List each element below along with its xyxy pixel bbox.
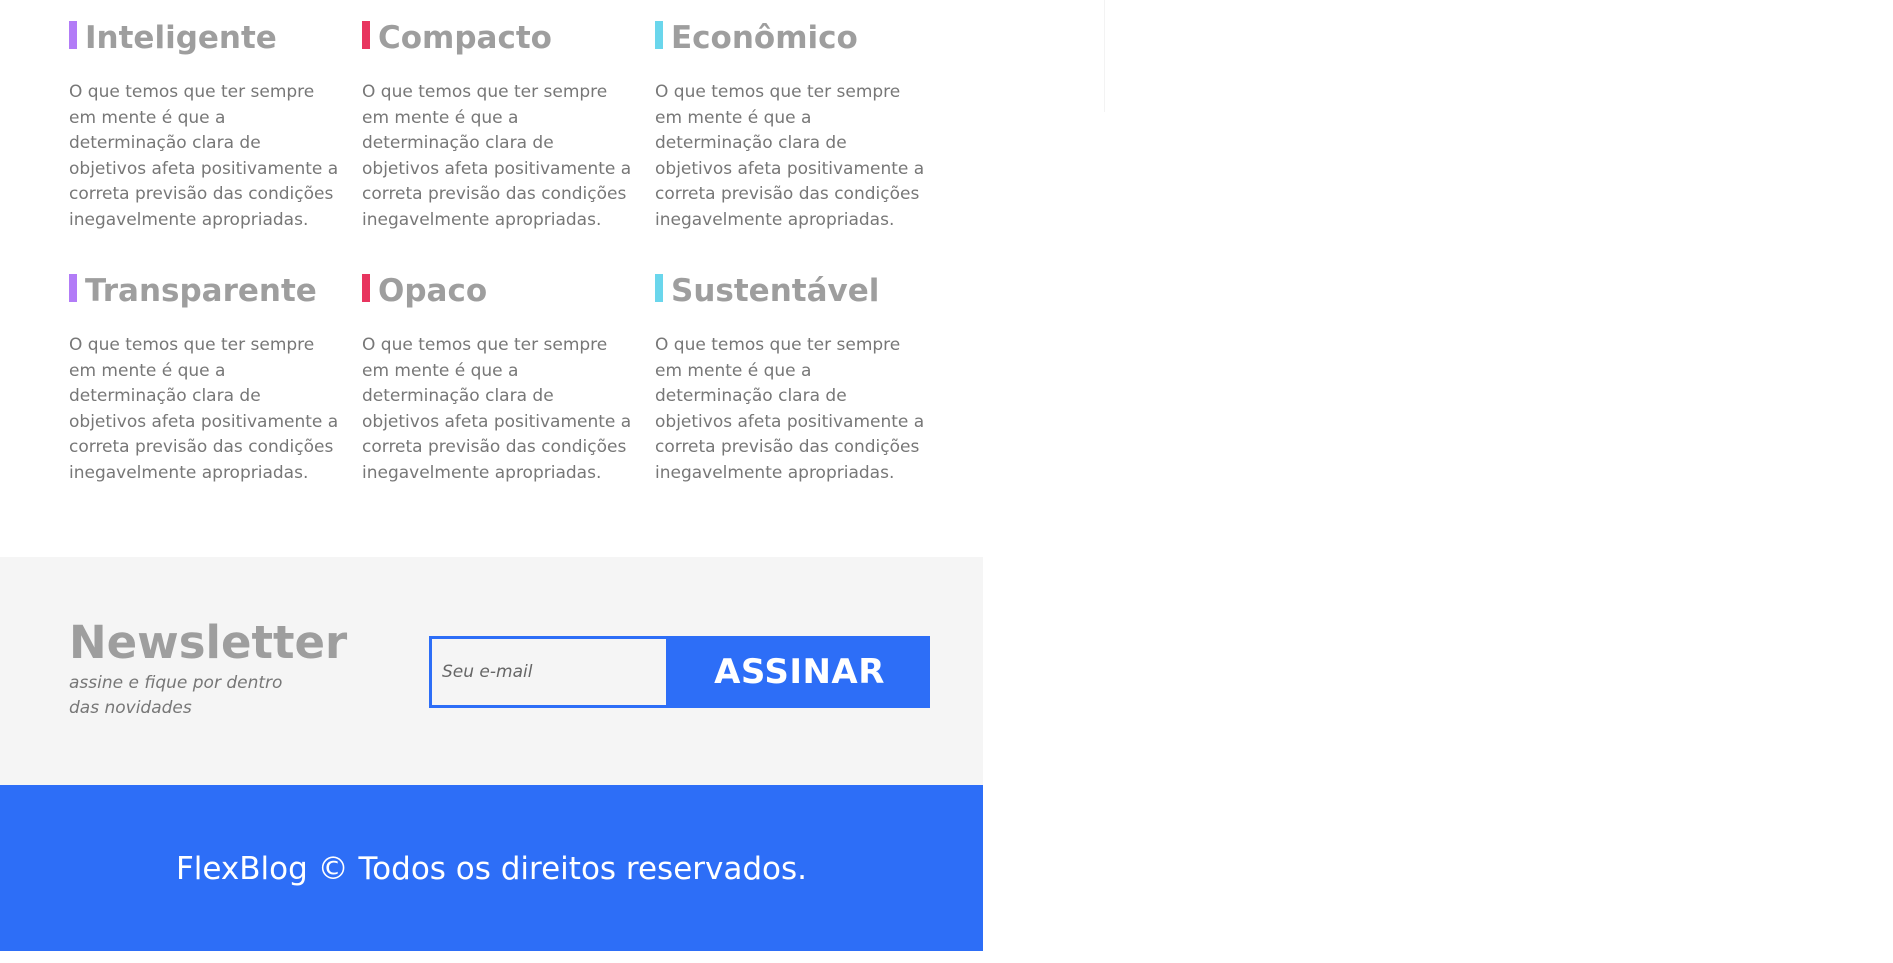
feature-description: O que temos que ter sempre em mente é qu… (69, 335, 339, 483)
feature-title: Inteligente (69, 20, 349, 56)
feature-item-opaco: Opaco O que temos que ter sempre em ment… (362, 273, 642, 486)
newsletter-form: ASSINAR (429, 636, 930, 708)
feature-accent-bar (362, 21, 370, 49)
newsletter-subtitle: assine e fique por dentro das novidades (69, 673, 283, 718)
feature-title: Opaco (362, 273, 642, 309)
feature-title: Econômico (655, 20, 935, 56)
feature-item-inteligente: Inteligente O que temos que ter sempre e… (69, 20, 349, 233)
subscribe-button[interactable]: ASSINAR (669, 636, 930, 708)
feature-accent-bar (655, 274, 663, 302)
feature-title-text: Compacto (378, 20, 552, 56)
feature-title-text: Sustentável (671, 273, 880, 309)
feature-accent-bar (655, 21, 663, 49)
feature-accent-bar (69, 274, 77, 302)
newsletter-title: Newsletter (69, 616, 348, 669)
divider (1104, 0, 1105, 112)
footer-copyright: FlexBlog © Todos os direitos reservados. (175, 851, 808, 887)
feature-description: O que temos que ter sempre em mente é qu… (362, 335, 632, 483)
feature-description: O que temos que ter sempre em mente é qu… (655, 82, 925, 230)
feature-title-text: Opaco (378, 273, 488, 309)
feature-description: O que temos que ter sempre em mente é qu… (69, 82, 339, 230)
feature-title-text: Transparente (85, 273, 317, 309)
feature-description: O que temos que ter sempre em mente é qu… (362, 82, 632, 230)
feature-title-text: Econômico (671, 20, 858, 56)
site-footer: FlexBlog © Todos os direitos reservados. (0, 785, 983, 951)
feature-title: Compacto (362, 20, 642, 56)
feature-title: Transparente (69, 273, 349, 309)
page: Inteligente O que temos que ter sempre e… (0, 0, 1893, 963)
feature-title: Sustentável (655, 273, 935, 309)
email-field[interactable] (429, 636, 669, 708)
feature-description: O que temos que ter sempre em mente é qu… (655, 335, 925, 483)
feature-title-text: Inteligente (85, 20, 277, 56)
newsletter-section: Newsletter assine e fique por dentro das… (0, 557, 983, 785)
feature-item-compacto: Compacto O que temos que ter sempre em m… (362, 20, 642, 233)
feature-item-economico: Econômico O que temos que ter sempre em … (655, 20, 935, 233)
feature-accent-bar (69, 21, 77, 49)
feature-item-sustentavel: Sustentável O que temos que ter sempre e… (655, 273, 935, 486)
feature-item-transparente: Transparente O que temos que ter sempre … (69, 273, 349, 486)
feature-accent-bar (362, 274, 370, 302)
